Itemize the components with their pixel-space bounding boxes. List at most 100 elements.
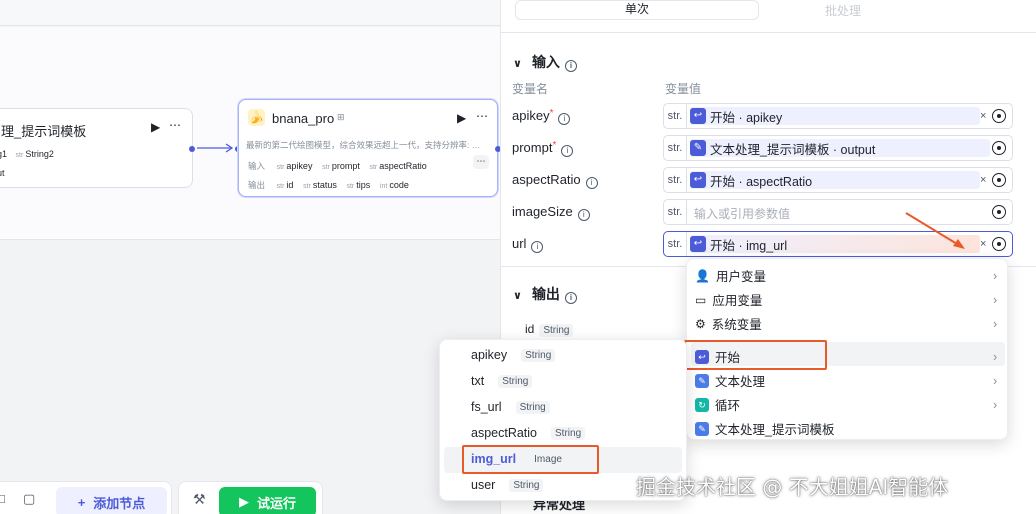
- output-section-title: 输出: [531, 286, 560, 302]
- target-icon[interactable]: [992, 173, 1006, 187]
- field-label-aspectratio: aspectRatio i: [512, 172, 598, 189]
- field-apikey[interactable]: str. ↩ 开始 · apikey ×: [663, 103, 1013, 129]
- chevron-right-icon: ›: [993, 316, 998, 331]
- node-outputs: 输出 str id str status str tips int code: [248, 176, 415, 191]
- input-tag: str apikey: [276, 161, 313, 171]
- more-icon[interactable]: ⋯: [169, 118, 181, 132]
- menu-item-user-vars[interactable]: 👤 用户变量 ›: [695, 266, 1001, 285]
- start-icon: ↩: [690, 172, 706, 188]
- info-icon: i: [564, 292, 577, 304]
- user-icon: 👤: [695, 268, 710, 283]
- ref-chip[interactable]: ↩ 开始 · apikey: [690, 107, 980, 125]
- node-output: ut: [0, 168, 5, 178]
- connection-edge: [197, 143, 234, 153]
- clear-icon[interactable]: ×: [980, 174, 986, 186]
- input-tag: str aspectRatio: [369, 161, 427, 171]
- var-item-fs-url[interactable]: fs_url String: [471, 400, 550, 414]
- menu-item-app-vars[interactable]: ▭ 应用变量 ›: [695, 290, 1001, 309]
- start-icon: ↩: [690, 108, 706, 124]
- chevron-down-icon: ∨: [513, 58, 522, 70]
- ref-chip[interactable]: ↩ 开始 · aspectRatio: [690, 171, 980, 189]
- input-section-header[interactable]: ∨ 输入 i: [513, 52, 577, 72]
- wrench-icon[interactable]: ⚒: [193, 491, 206, 508]
- text-process-icon: ✎: [695, 373, 709, 388]
- node-description: 最新的第二代绘图模型，综合效果远超上一代，支持分辨率: …: [246, 140, 481, 150]
- tab-batch[interactable]: 批处理: [825, 2, 861, 19]
- type-selector[interactable]: str.: [664, 104, 687, 128]
- node-icon[interactable]: □: [0, 491, 5, 506]
- var-item-apikey[interactable]: apikey String: [471, 348, 556, 362]
- type-selector[interactable]: str.: [664, 136, 687, 160]
- node-inputs: g1 strString2: [0, 149, 60, 159]
- input-tag: str String2: [15, 149, 54, 159]
- target-icon[interactable]: [992, 141, 1006, 155]
- placeholder[interactable]: 输入或引用参数值: [694, 205, 790, 222]
- menu-item-text-process[interactable]: ✎ 文本处理 ›: [695, 371, 1001, 390]
- more-icon[interactable]: ⋯: [476, 109, 488, 123]
- field-label-apikey: apikey* i: [512, 108, 571, 125]
- chevron-down-icon: ∨: [513, 290, 522, 302]
- chevron-right-icon: ›: [993, 268, 998, 283]
- field-aspectratio[interactable]: str. ↩ 开始 · aspectRatio ×: [663, 167, 1013, 193]
- info-icon: i: [577, 209, 590, 221]
- info-icon: i: [585, 177, 598, 189]
- var-item-txt[interactable]: txt String: [471, 374, 533, 388]
- field-label-imagesize: imageSize i: [512, 204, 590, 221]
- menu-item-prompt-template[interactable]: ✎ 文本处理_提示词模板: [695, 419, 1001, 438]
- target-icon[interactable]: [992, 205, 1006, 219]
- outputs-label: 输出: [248, 180, 266, 190]
- doc-icon: ⊞: [337, 112, 345, 122]
- chevron-right-icon: ›: [993, 292, 998, 307]
- output-tag: str status: [303, 180, 337, 190]
- chevron-right-icon: ›: [993, 397, 998, 412]
- input-section-title: 输入: [531, 54, 560, 70]
- node-inputs: 输入 str apikey str prompt str aspectRatio: [248, 157, 433, 172]
- type-selector[interactable]: str.: [664, 232, 687, 256]
- test-run-label: 试运行: [256, 495, 296, 511]
- menu-item-system-vars[interactable]: ⚙ 系统变量 ›: [695, 314, 1001, 333]
- field-label-url: url i: [512, 236, 544, 253]
- watermark: 掘金技术社区 @ 不大姐姐AI智能体: [636, 475, 949, 499]
- column-header-name: 变量名: [512, 82, 549, 96]
- clear-icon[interactable]: ×: [980, 238, 986, 250]
- field-label-prompt: prompt* i: [512, 140, 574, 157]
- output-tag: int code: [379, 180, 409, 190]
- chevron-right-icon: ›: [993, 373, 998, 388]
- var-item-aspectratio[interactable]: aspectRatio String: [471, 426, 586, 440]
- info-icon: i: [564, 60, 577, 72]
- target-icon[interactable]: [992, 237, 1006, 251]
- add-node-label: 添加节点: [93, 495, 146, 511]
- ref-chip[interactable]: ✎ 文本处理_提示词模板 · output: [690, 139, 990, 157]
- type-selector[interactable]: str.: [664, 168, 687, 192]
- banana-icon: 🍌: [248, 109, 265, 126]
- text-process-icon: ✎: [690, 140, 706, 156]
- node-title: 理_提示词模板: [1, 124, 87, 139]
- node-prompt-template[interactable]: 理_提示词模板 ▶ ⋯ g1 strString2 ut: [0, 108, 193, 188]
- add-node-button[interactable]: + 添加节点: [56, 487, 167, 514]
- folder-icon: ▭: [695, 292, 707, 307]
- field-prompt[interactable]: str. ✎ 文本处理_提示词模板 · output: [663, 135, 1013, 161]
- gear-icon: ⚙: [695, 316, 706, 331]
- workflow-canvas[interactable]: 理_提示词模板 ▶ ⋯ g1 strString2 ut 🍌 bnana_pro…: [0, 0, 501, 514]
- tab-single[interactable]: 单次: [515, 0, 759, 20]
- canvas-top-band: [0, 0, 500, 26]
- node-bnana-pro[interactable]: 🍌 bnana_pro ⊞ ▶ ⋯ 最新的第二代绘图模型，综合效果远超上一代，支…: [238, 99, 498, 197]
- test-run-button[interactable]: ▶ 试运行: [219, 487, 316, 514]
- highlight-start: [684, 340, 827, 370]
- play-icon: ▶: [238, 494, 249, 509]
- loop-icon: ↻: [695, 397, 709, 412]
- comment-icon[interactable]: ▢: [23, 491, 35, 507]
- highlight-img-url: [462, 445, 599, 474]
- input-tag: g1: [0, 149, 8, 159]
- menu-item-loop[interactable]: ↻ 循环 ›: [695, 395, 1001, 414]
- run-node-icon[interactable]: ▶: [151, 120, 160, 134]
- target-icon[interactable]: [992, 109, 1006, 123]
- start-icon: ↩: [690, 236, 706, 252]
- run-node-icon[interactable]: ▶: [457, 111, 466, 125]
- type-selector[interactable]: str.: [664, 200, 687, 224]
- output-section-header[interactable]: ∨ 输出 i: [513, 284, 577, 304]
- column-header-value: 变量值: [665, 82, 702, 96]
- clear-icon[interactable]: ×: [980, 110, 986, 122]
- more-inputs-icon[interactable]: ⋯: [473, 155, 489, 169]
- var-item-user[interactable]: user String: [471, 478, 544, 492]
